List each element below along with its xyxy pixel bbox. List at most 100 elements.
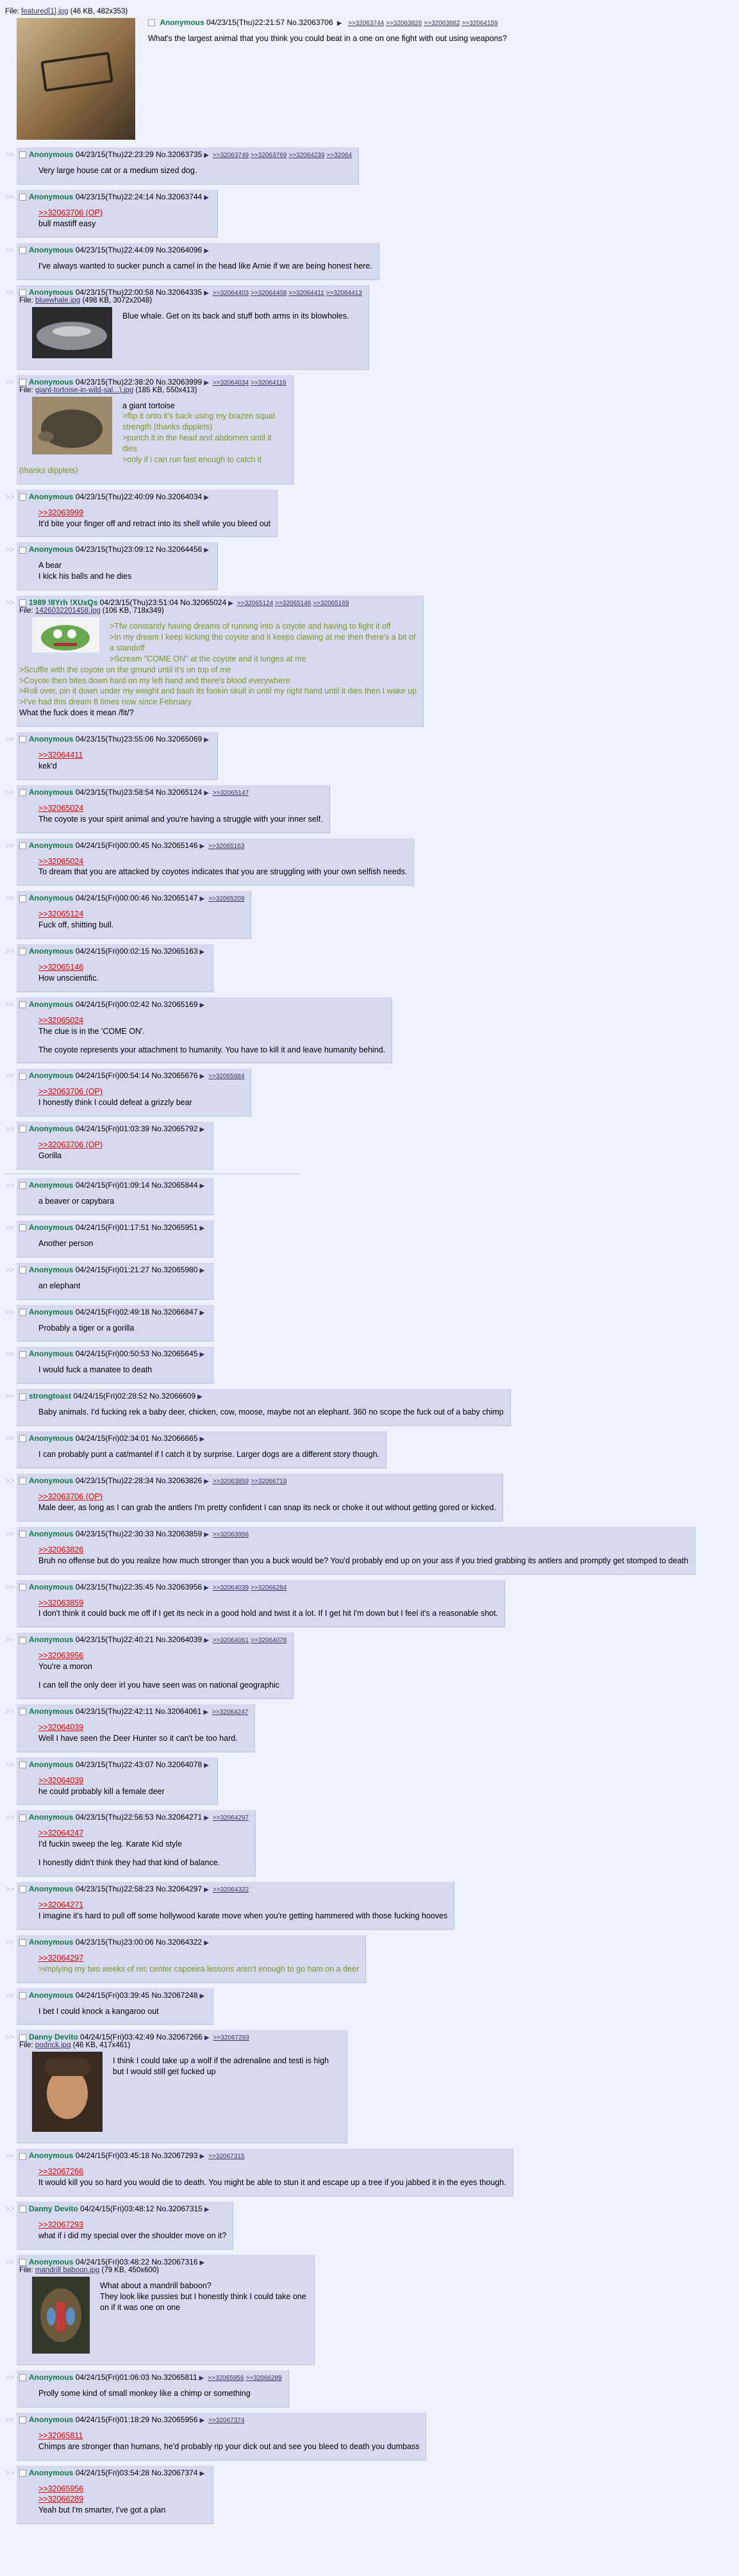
post-checkbox[interactable] xyxy=(19,1001,26,1009)
op-menu-arrow-icon[interactable]: ▶ xyxy=(337,20,342,27)
post-number[interactable]: No.32064039 xyxy=(156,1635,202,1644)
post-checkbox[interactable] xyxy=(19,736,26,744)
menu-arrow-icon[interactable]: ▶ xyxy=(200,1267,205,1274)
quote-link[interactable]: >>32063706 (OP) xyxy=(38,1086,244,1097)
backlink[interactable]: >>32065169 xyxy=(313,600,349,607)
backlink[interactable]: >>32067293 xyxy=(213,2034,249,2041)
post-number[interactable]: No.32065163 xyxy=(151,947,197,956)
menu-arrow-icon[interactable]: ▶ xyxy=(204,1478,209,1485)
post-number[interactable]: No.32067316 xyxy=(151,2257,197,2266)
post-number[interactable]: No.32065811 xyxy=(151,2373,197,2382)
backlink[interactable]: >>32064034 xyxy=(213,379,249,386)
post-checkbox[interactable] xyxy=(19,1393,26,1400)
op-thumbnail[interactable] xyxy=(17,18,135,140)
backlink[interactable]: >>32063882 xyxy=(424,20,460,27)
menu-arrow-icon[interactable]: ▶ xyxy=(200,949,205,956)
menu-arrow-icon[interactable]: ▶ xyxy=(204,152,209,159)
post-number[interactable]: No.32067315 xyxy=(156,2204,203,2213)
post-number[interactable]: No.32063956 xyxy=(156,1583,202,1591)
post-number[interactable]: No.32064078 xyxy=(156,1760,202,1769)
quote-link[interactable]: >>32065146 xyxy=(38,962,206,973)
post-checkbox[interactable] xyxy=(19,1991,26,1999)
quote-link[interactable]: >>32064271 xyxy=(38,1900,447,1911)
backlink[interactable]: >>32065146 xyxy=(275,600,311,607)
post-checkbox[interactable] xyxy=(19,288,26,296)
quote-link[interactable]: >>32064039 xyxy=(38,1775,211,1786)
backlink[interactable]: >>32064413 xyxy=(326,290,362,297)
post-checkbox[interactable] xyxy=(19,1814,26,1822)
menu-arrow-icon[interactable]: ▶ xyxy=(200,895,205,902)
post-checkbox[interactable] xyxy=(19,194,26,201)
post-number[interactable]: No.32064271 xyxy=(156,1813,202,1822)
post-number[interactable]: No.32065980 xyxy=(151,1265,197,1274)
post-thumbnail[interactable] xyxy=(32,306,112,360)
post-checkbox[interactable] xyxy=(19,2469,26,2477)
menu-arrow-icon[interactable]: ▶ xyxy=(200,1993,205,2000)
post-checkbox[interactable] xyxy=(19,1308,26,1316)
post-checkbox[interactable] xyxy=(19,1886,26,1893)
post-checkbox[interactable] xyxy=(19,546,26,554)
post-checkbox[interactable] xyxy=(19,789,26,797)
backlink[interactable]: >>32065163 xyxy=(208,843,244,850)
menu-arrow-icon[interactable]: ▶ xyxy=(200,2417,205,2424)
menu-arrow-icon[interactable]: ▶ xyxy=(200,2470,205,2477)
quote-link[interactable]: >>32065811 xyxy=(38,2431,419,2441)
post-number[interactable]: No.32065676 xyxy=(151,1071,197,1080)
menu-arrow-icon[interactable]: ▶ xyxy=(200,1351,205,1358)
quote-link[interactable]: >>32064247 xyxy=(38,1828,249,1839)
menu-arrow-icon[interactable]: ▶ xyxy=(200,1073,205,1080)
post-checkbox[interactable] xyxy=(19,1435,26,1443)
quote-link[interactable]: >>32066289 xyxy=(38,2494,206,2505)
quote-link[interactable]: >>32063826 xyxy=(38,1545,688,1556)
quote-link[interactable]: >>32064297 xyxy=(38,1953,359,1964)
backlink[interactable]: >>32064116 xyxy=(251,379,286,386)
post-number[interactable]: No.32066847 xyxy=(151,1308,197,1317)
backlink[interactable]: >>32064039 xyxy=(213,1584,249,1591)
post-checkbox[interactable] xyxy=(19,2416,26,2424)
post-number[interactable]: No.32063826 xyxy=(156,1476,202,1485)
post-number[interactable]: No.32064297 xyxy=(156,1884,202,1893)
post-checkbox[interactable] xyxy=(19,1224,26,1232)
backlink[interactable]: >>32063749 xyxy=(213,152,249,159)
post-number[interactable]: No.32063859 xyxy=(156,1529,202,1538)
op-post-number[interactable]: No.32063706 xyxy=(286,18,333,27)
post-number[interactable]: No.32067374 xyxy=(151,2468,197,2477)
quote-link[interactable]: >>32063706 (OP) xyxy=(38,1140,206,1151)
post-number[interactable]: No.32065844 xyxy=(151,1181,197,1190)
post-number[interactable]: No.32063999 xyxy=(156,378,202,386)
post-number[interactable]: No.32064335 xyxy=(156,288,202,297)
backlink[interactable]: >>32063956 xyxy=(213,1531,249,1538)
backlink[interactable]: >>32067315 xyxy=(208,2153,244,2160)
post-number[interactable]: No.32064034 xyxy=(156,492,202,501)
menu-arrow-icon[interactable]: ▶ xyxy=(203,1709,208,1716)
post-number[interactable]: No.32065146 xyxy=(151,841,197,850)
backlink[interactable]: >>32063859 xyxy=(213,1478,249,1485)
post-number[interactable]: No.32063744 xyxy=(156,192,202,201)
post-checkbox[interactable] xyxy=(19,1583,26,1591)
menu-arrow-icon[interactable]: ▶ xyxy=(200,1126,205,1133)
post-number[interactable]: No.32067266 xyxy=(156,2032,203,2041)
post-checkbox[interactable] xyxy=(19,2034,26,2041)
post-number[interactable]: No.32065147 xyxy=(151,893,197,902)
post-number[interactable]: No.32065124 xyxy=(156,788,202,797)
post-checkbox[interactable] xyxy=(19,246,26,254)
quote-link[interactable]: >>32063956 xyxy=(38,1650,286,1661)
post-thumbnail[interactable] xyxy=(32,617,99,654)
post-checkbox[interactable] xyxy=(19,493,26,501)
post-number[interactable]: No.32065951 xyxy=(151,1223,197,1232)
post-number[interactable]: No.32067248 xyxy=(151,1991,197,2000)
backlink[interactable]: >>32063744 xyxy=(348,20,384,27)
post-number[interactable]: No.32065792 xyxy=(151,1124,197,1133)
post-number[interactable]: No.32065069 xyxy=(156,735,202,744)
file-link[interactable]: bluewhale.jpg xyxy=(35,297,80,304)
post-checkbox[interactable] xyxy=(19,1708,26,1716)
post-number[interactable]: No.32064096 xyxy=(156,245,202,254)
backlink[interactable]: >>32064408 xyxy=(251,290,286,297)
backlink[interactable]: >>32064078 xyxy=(251,1637,286,1644)
post-checkbox[interactable] xyxy=(19,378,26,386)
quote-link[interactable]: >>32063706 (OP) xyxy=(38,1492,496,1502)
quote-link[interactable]: >>32067266 xyxy=(38,2166,506,2177)
menu-arrow-icon[interactable]: ▶ xyxy=(200,1309,205,1317)
menu-arrow-icon[interactable]: ▶ xyxy=(204,2206,210,2213)
post-checkbox[interactable] xyxy=(19,2152,26,2160)
